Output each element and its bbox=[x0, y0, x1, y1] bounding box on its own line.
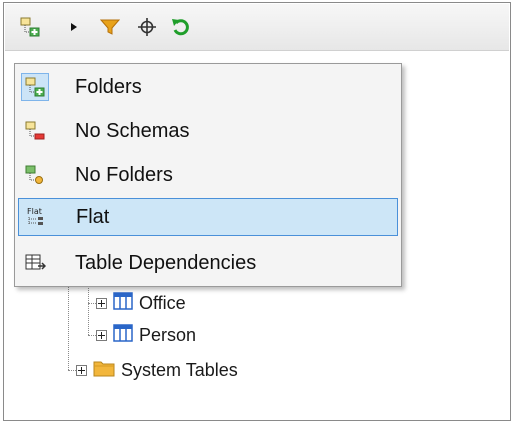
expand-icon[interactable] bbox=[76, 364, 87, 376]
table-dependencies-icon bbox=[21, 249, 49, 277]
menu-item-label: Flat bbox=[76, 205, 110, 228]
no-schemas-icon bbox=[21, 117, 49, 145]
tree-node-label: Person bbox=[139, 324, 197, 345]
menu-item-folders[interactable]: Folders bbox=[18, 68, 398, 106]
folder-icon bbox=[93, 359, 115, 382]
no-folders-icon bbox=[21, 161, 49, 189]
menu-item-label: Folders bbox=[75, 75, 142, 98]
menu-item-table-dependencies[interactable]: Table Dependencies bbox=[18, 244, 398, 282]
expand-icon[interactable] bbox=[96, 329, 107, 341]
menu-item-no-folders[interactable]: No Folders bbox=[18, 156, 398, 194]
menu-item-flat[interactable]: Flat Flat bbox=[18, 198, 398, 236]
layout-dropdown-menu: Folders No Schemas No Folders Flat Flat … bbox=[14, 63, 402, 287]
table-icon bbox=[113, 323, 133, 347]
table-icon bbox=[113, 291, 133, 315]
tree-node-office[interactable]: Office bbox=[96, 291, 186, 315]
menu-item-label: Table Dependencies bbox=[75, 251, 257, 274]
menu-item-label: No Folders bbox=[75, 163, 173, 186]
tree-node-label: Office bbox=[139, 292, 186, 313]
menu-item-no-schemas[interactable]: No Schemas bbox=[18, 112, 398, 150]
svg-text:Flat: Flat bbox=[27, 207, 42, 216]
database-explorer-panel: Office Person System Tables Folders No S… bbox=[3, 2, 511, 421]
tree-node-person[interactable]: Person bbox=[96, 323, 197, 347]
menu-item-label: No Schemas bbox=[75, 119, 190, 142]
flat-icon: Flat bbox=[22, 203, 50, 231]
tree-node-label: System Tables bbox=[121, 359, 238, 380]
tree-node-system-tables[interactable]: System Tables bbox=[76, 359, 238, 381]
expand-icon[interactable] bbox=[96, 297, 107, 309]
folders-icon bbox=[21, 73, 49, 101]
